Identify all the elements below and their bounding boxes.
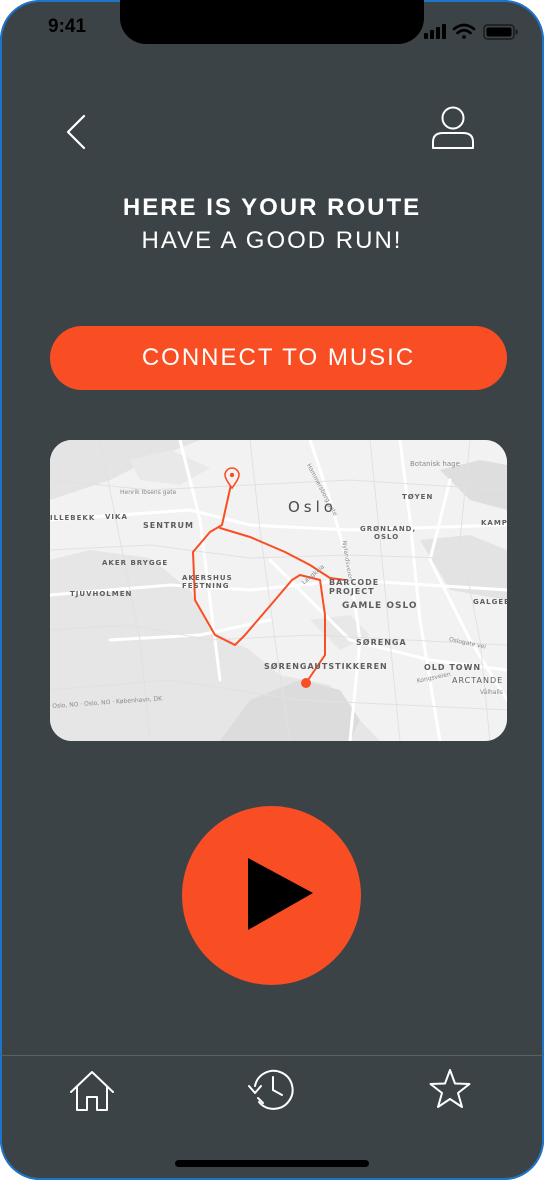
cellular-signal-icon [424,24,446,39]
map-label-district: VIKA [105,513,128,521]
play-icon [248,858,313,930]
map-label-district: GALGEBE [473,598,507,606]
map-label-district: AKER BRYGGE [102,559,169,567]
map-label-street: Vålhalls [480,689,503,696]
notch [120,0,424,44]
star-icon [429,1069,471,1108]
route-map[interactable]: Oslo SENTRUM VIKA ILLEBEKK AKER BRYGGE T… [50,440,507,741]
map-label-district: TJUVHOLMEN [70,590,133,598]
history-icon [248,1069,294,1110]
end-point-icon [301,678,311,688]
phone-screen: 9:41 HERE IS YOUR ROUTE HAVE A GOOD RUN!… [0,0,544,1180]
map-label-district: SØRENGA [356,638,407,647]
back-button[interactable] [56,110,100,154]
battery-icon [483,24,518,40]
page-subtitle: HAVE A GOOD RUN! [141,227,403,254]
home-icon [70,1071,114,1111]
status-icons [424,23,518,40]
map-label-street: Henrik Ibsens gate [120,489,177,496]
home-indicator[interactable] [175,1160,369,1167]
map-label-street: Botanisk hage [410,460,460,468]
chevron-left-icon [66,114,86,150]
map-label-district: GAMLE OSLO [342,601,418,611]
tab-favorites[interactable] [425,1064,475,1114]
map-label-district: ARCTANDE [452,676,504,685]
page-title: HERE IS YOUR ROUTE [122,194,422,221]
play-button[interactable] [182,806,361,985]
connect-to-music-button[interactable]: CONNECT TO MUSIC [50,326,507,390]
map-label-district: OLD TOWN [424,663,482,672]
map-label-district: PROJECT [329,587,375,596]
map-label-district: OSLO [374,533,400,541]
tab-home[interactable] [67,1064,117,1114]
map-label-district: TØYEN [402,493,434,501]
map-label-district: ILLEBEKK [50,514,96,522]
map-label-district: FESTNING [182,582,230,590]
tab-history[interactable] [247,1064,297,1114]
status-time: 9:41 [48,16,87,37]
map-label-district: SENTRUM [143,521,194,530]
map-label-district: KAMP [481,519,507,527]
wifi-icon [452,23,476,39]
profile-button[interactable] [428,104,478,154]
user-icon [432,106,474,149]
map-label-district: SØRENGAUTSTIKKEREN [264,662,388,671]
